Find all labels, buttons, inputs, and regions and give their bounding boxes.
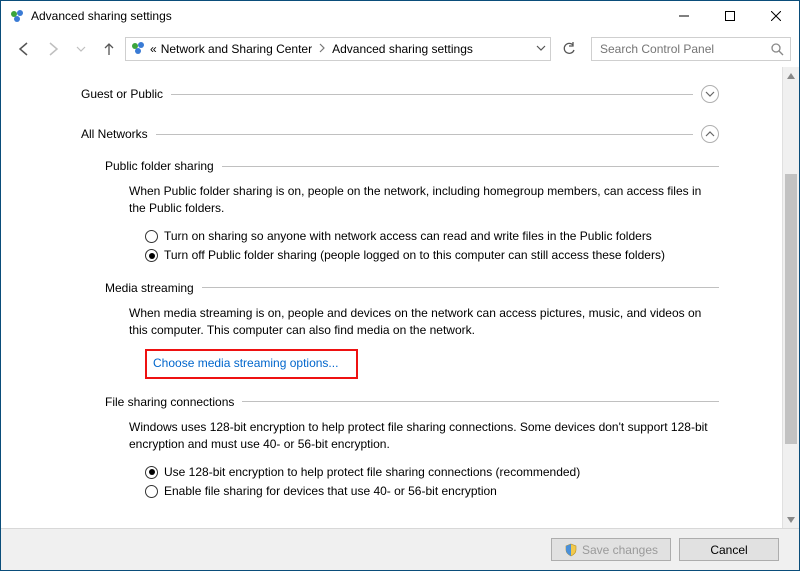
app-icon-small <box>130 40 146 59</box>
radio-label: Turn off Public folder sharing (people l… <box>164 247 665 264</box>
button-label: Save changes <box>582 543 658 557</box>
radio-128bit-encryption[interactable]: Use 128-bit encryption to help protect f… <box>129 464 719 481</box>
radio-turn-off-public-sharing[interactable]: Turn off Public folder sharing (people l… <box>129 247 719 264</box>
section-title: Media streaming <box>105 281 194 295</box>
chevron-up-icon[interactable] <box>701 125 719 143</box>
radio-icon <box>145 485 158 498</box>
radio-icon <box>145 230 158 243</box>
radio-turn-on-public-sharing[interactable]: Turn on sharing so anyone with network a… <box>129 228 719 245</box>
minimize-button[interactable] <box>661 1 707 31</box>
profile-guest-public[interactable]: Guest or Public <box>81 85 719 103</box>
footer-bar: Save changes Cancel <box>1 528 799 570</box>
breadcrumb-current[interactable]: Advanced sharing settings <box>332 42 473 56</box>
highlight-box: Choose media streaming options... <box>145 349 358 378</box>
window-controls <box>661 1 799 31</box>
scroll-thumb[interactable] <box>785 174 797 444</box>
section-file-sharing-connections: File sharing connections Windows uses 12… <box>81 395 719 501</box>
scroll-down-arrow[interactable] <box>783 511 799 528</box>
save-changes-button[interactable]: Save changes <box>551 538 671 561</box>
section-media-streaming: Media streaming When media streaming is … <box>81 281 719 379</box>
nav-bar: « Network and Sharing Center Advanced sh… <box>1 31 799 67</box>
refresh-button[interactable] <box>557 37 581 61</box>
section-title: Public folder sharing <box>105 159 214 173</box>
radio-40-56bit-encryption[interactable]: Enable file sharing for devices that use… <box>129 483 719 500</box>
profile-label: Guest or Public <box>81 87 163 101</box>
search-input[interactable] <box>598 41 784 57</box>
breadcrumb-prefix: « <box>150 42 157 56</box>
section-description: When media streaming is on, people and d… <box>129 305 719 340</box>
media-streaming-options-link[interactable]: Choose media streaming options... <box>153 356 338 370</box>
cancel-button[interactable]: Cancel <box>679 538 779 561</box>
content-area: Guest or Public All Networks Public fold… <box>1 67 799 528</box>
address-bar[interactable]: « Network and Sharing Center Advanced sh… <box>125 37 551 61</box>
radio-icon <box>145 249 158 262</box>
back-button[interactable] <box>13 37 37 61</box>
profile-label: All Networks <box>81 127 148 141</box>
app-icon <box>9 8 25 24</box>
search-icon <box>770 42 784 59</box>
button-label: Cancel <box>710 543 747 557</box>
section-description: Windows uses 128-bit encryption to help … <box>129 419 719 454</box>
window-title: Advanced sharing settings <box>31 9 172 23</box>
scroll-track[interactable] <box>783 84 799 511</box>
search-box[interactable] <box>591 37 791 61</box>
close-button[interactable] <box>753 1 799 31</box>
section-description: When Public folder sharing is on, people… <box>129 183 719 218</box>
chevron-down-icon[interactable] <box>701 85 719 103</box>
scroll-up-arrow[interactable] <box>783 67 799 84</box>
recent-dropdown[interactable] <box>69 37 93 61</box>
section-public-folder-sharing: Public folder sharing When Public folder… <box>81 159 719 265</box>
radio-label: Use 128-bit encryption to help protect f… <box>164 464 580 481</box>
section-title: File sharing connections <box>105 395 234 409</box>
vertical-scrollbar[interactable] <box>782 67 799 528</box>
radio-label: Turn on sharing so anyone with network a… <box>164 228 652 245</box>
radio-icon <box>145 466 158 479</box>
breadcrumb-parent[interactable]: Network and Sharing Center <box>161 42 312 56</box>
maximize-button[interactable] <box>707 1 753 31</box>
title-bar: Advanced sharing settings <box>1 1 799 31</box>
radio-label: Enable file sharing for devices that use… <box>164 483 497 500</box>
up-button[interactable] <box>97 37 121 61</box>
chevron-right-icon <box>318 42 326 56</box>
forward-button[interactable] <box>41 37 65 61</box>
shield-icon <box>564 543 578 557</box>
address-dropdown-icon[interactable] <box>536 42 546 56</box>
profile-all-networks[interactable]: All Networks <box>81 125 719 143</box>
